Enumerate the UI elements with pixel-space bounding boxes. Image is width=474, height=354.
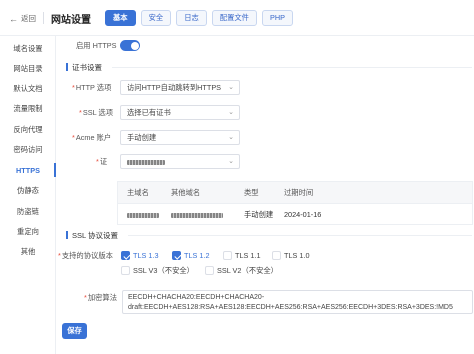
tls13-checkbox[interactable] (121, 251, 130, 260)
tab-bar: 基本 安全 日志 配置文件 PHP (105, 10, 293, 26)
sslv3-label: SSL V3（不安全） (133, 266, 194, 275)
sidebar-item-rewrite[interactable]: 伪静态 (0, 186, 56, 196)
ssl-section-title: SSL 协议设置 (66, 230, 118, 241)
redacted-text (127, 159, 165, 165)
cert-section-title: 证书设置 (66, 62, 102, 73)
arrow-left-icon: ← (9, 13, 18, 24)
ssl-option-label: *SSL 选项 (79, 108, 113, 117)
http-option-select[interactable]: 访问HTTP自动跳转到HTTPS ⌄ (120, 80, 240, 95)
col-type: 类型 (244, 188, 259, 197)
tls12-checkbox[interactable] (172, 251, 181, 260)
sidebar-item-directory[interactable]: 网站目录 (0, 64, 56, 74)
tls13-label: TLS 1.3 (133, 251, 159, 260)
back-button[interactable]: ← 返回 (9, 13, 36, 24)
sidebar-item-other[interactable]: 其他 (0, 247, 56, 257)
chevron-down-icon: ⌄ (228, 134, 234, 141)
row-other-domains (171, 204, 223, 225)
divider (43, 12, 44, 24)
page-title: 网站设置 (51, 15, 91, 26)
col-primary-domain: 主域名 (127, 188, 149, 197)
tab-basic[interactable]: 基本 (105, 10, 136, 26)
sidebar-item-default-doc[interactable]: 默认文档 (0, 84, 56, 94)
sidebar-item-reverse-proxy[interactable]: 反向代理 (0, 125, 56, 135)
http-option-label: *HTTP 选项 (72, 83, 112, 92)
sidebar-item-https[interactable]: HTTPS (0, 166, 56, 175)
sidebar-item-hotlink[interactable]: 防盗链 (0, 207, 56, 217)
col-expiry: 过期时间 (284, 188, 314, 197)
cert-select[interactable]: ⌄ (120, 154, 240, 169)
tab-security[interactable]: 安全 (140, 10, 172, 26)
chevron-down-icon: ⌄ (228, 84, 234, 91)
acme-account-label: *Acme 账户 (72, 133, 112, 142)
cipher-line-1: EECDH+CHACHA20:EECDH+CHACHA20- (128, 294, 265, 301)
sidebar: 域名设置 网站目录 默认文档 流量限制 反向代理 密码访问 HTTPS 伪静态 … (0, 36, 56, 354)
sidebar-item-redirect[interactable]: 重定向 (0, 227, 56, 237)
tls11-label: TLS 1.1 (235, 251, 261, 260)
tab-logs[interactable]: 日志 (176, 10, 207, 26)
top-bar: ← 返回 网站设置 基本 安全 日志 配置文件 PHP (0, 0, 474, 36)
tls11-checkbox[interactable] (223, 251, 232, 260)
section-divider (112, 67, 472, 68)
acme-account-value: 手动创建 (127, 133, 157, 142)
sslv2-checkbox[interactable] (205, 266, 214, 275)
sslv2-label: SSL V2（不安全） (217, 266, 278, 275)
enable-https-toggle[interactable] (120, 40, 140, 51)
http-option-value: 访问HTTP自动跳转到HTTPS (127, 83, 222, 92)
back-label: 返回 (21, 14, 36, 23)
cipher-label: *加密算法 (84, 293, 118, 302)
table-row[interactable]: 手动创建 2024-01-16 (118, 203, 472, 224)
ssl-option-value: 选择已有证书 (127, 108, 171, 117)
row-type: 手动创建 (244, 210, 274, 219)
tls10-checkbox[interactable] (272, 251, 281, 260)
tls12-label: TLS 1.2 (184, 251, 210, 260)
col-other-domains: 其他域名 (171, 188, 201, 197)
tab-config-file[interactable]: 配置文件 (211, 10, 257, 26)
save-button[interactable]: 保存 (62, 323, 87, 339)
protocols-label: *支持的协议版本 (58, 251, 113, 260)
acme-account-select[interactable]: 手动创建 ⌄ (120, 130, 240, 145)
ssl-option-select[interactable]: 选择已有证书 ⌄ (120, 105, 240, 120)
sslv3-checkbox[interactable] (121, 266, 130, 275)
cert-table: 主域名 其他域名 类型 过期时间 手动创建 2024-01-16 (117, 181, 473, 225)
section-divider (128, 235, 472, 236)
row-expiry: 2024-01-16 (284, 210, 322, 219)
sidebar-item-password-access[interactable]: 密码访问 (0, 145, 56, 155)
sidebar-item-domain[interactable]: 域名设置 (0, 44, 56, 54)
cert-label: *证 (96, 157, 108, 166)
tls10-label: TLS 1.0 (284, 251, 310, 260)
tab-php[interactable]: PHP (261, 10, 293, 26)
row-primary-domain (127, 204, 159, 225)
sidebar-item-traffic-limit[interactable]: 流量限制 (0, 104, 56, 114)
cipher-line-2: draft:EECDH+AES128:RSA+AES128:EECDH+AES2… (128, 303, 453, 311)
enable-https-label: 启用 HTTPS (76, 41, 117, 50)
active-indicator (54, 163, 56, 177)
chevron-down-icon: ⌄ (228, 158, 234, 165)
chevron-down-icon: ⌄ (228, 109, 234, 116)
table-header: 主域名 其他域名 类型 过期时间 (118, 182, 472, 203)
cipher-textarea[interactable]: EECDH+CHACHA20:EECDH+CHACHA20- draft:EEC… (122, 290, 473, 314)
